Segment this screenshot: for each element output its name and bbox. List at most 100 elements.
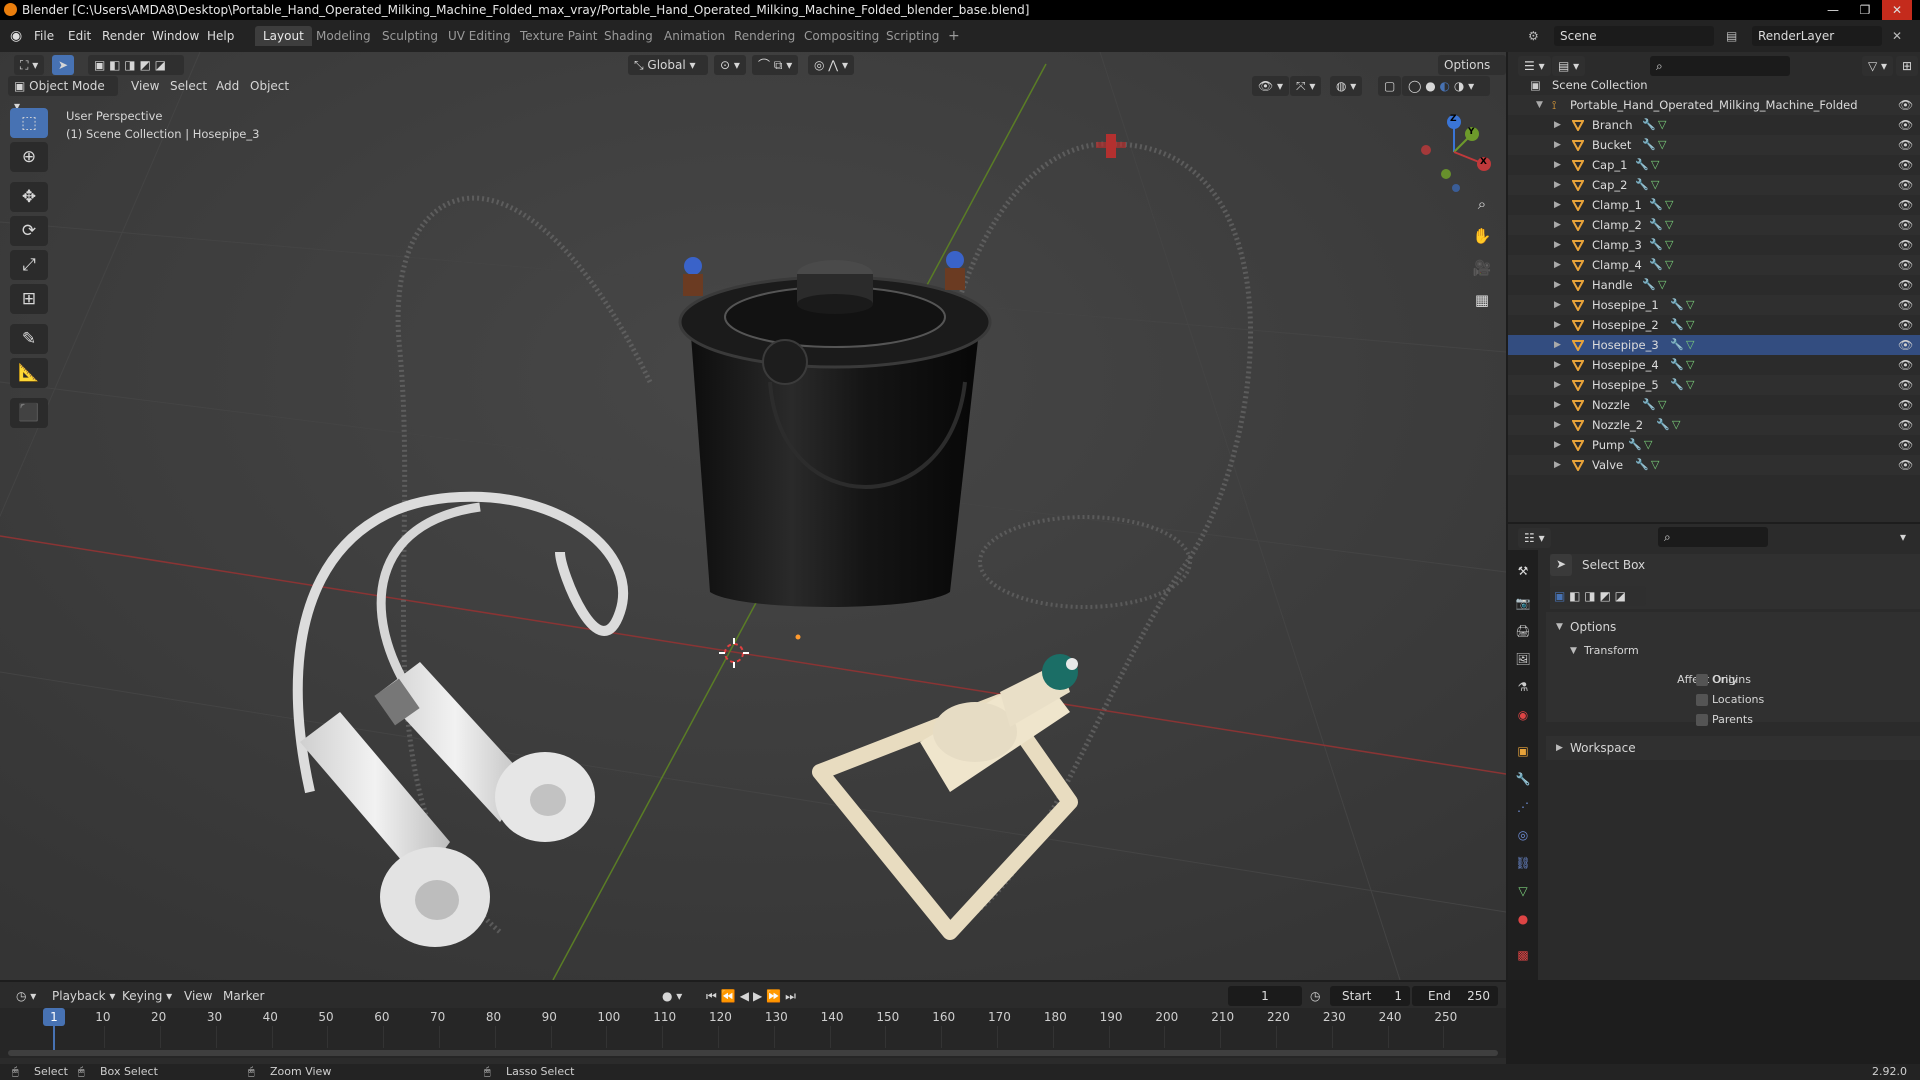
outliner-row-cap-1[interactable]: ▶ Cap_1 🔧 ▽ 👁 xyxy=(1508,155,1920,175)
mesh-data-icon[interactable]: ▽ xyxy=(1658,395,1666,415)
expand-triangle-icon[interactable]: ▶ xyxy=(1554,415,1561,435)
transform-section-label[interactable]: Transform xyxy=(1584,641,1639,661)
outliner-row-hosepipe-3[interactable]: ▶ Hosepipe_3 🔧 ▽ 👁 xyxy=(1508,335,1920,355)
visibility-eye-icon[interactable]: 👁 xyxy=(1898,195,1913,215)
select-box-tool-icon[interactable]: ⬚ xyxy=(10,108,48,138)
rotate-tool-icon[interactable]: ⟳ xyxy=(10,216,48,246)
modifier-wrench-icon[interactable]: 🔧 xyxy=(1642,135,1656,155)
tab-layout[interactable]: Layout xyxy=(255,26,312,46)
visibility-eye-icon[interactable]: 👁 xyxy=(1898,415,1913,435)
expand-triangle-icon[interactable]: ▶ xyxy=(1554,195,1561,215)
minimize-button[interactable]: — xyxy=(1818,0,1848,20)
navigation-gizmo[interactable] xyxy=(1412,112,1502,192)
expand-triangle-icon[interactable]: ▶ xyxy=(1554,175,1561,195)
modifier-tab-icon[interactable]: 🔧 xyxy=(1514,770,1532,788)
overlay-toggle-icon[interactable]: ◍ ▾ xyxy=(1330,76,1363,96)
tab-sculpting[interactable]: Sculpting xyxy=(374,26,446,46)
visibility-eye-icon[interactable]: 👁 xyxy=(1898,395,1913,415)
gizmo-toggle-icon[interactable]: ⤧ ▾ xyxy=(1290,76,1322,96)
visibility-eye-icon[interactable]: 👁 xyxy=(1898,235,1913,255)
mesh-data-icon[interactable]: ▽ xyxy=(1644,435,1652,455)
pivot-point-icon[interactable]: ⊙ ▾ xyxy=(714,55,746,75)
modifier-wrench-icon[interactable]: 🔧 xyxy=(1670,295,1684,315)
mesh-data-icon[interactable]: ▽ xyxy=(1686,335,1694,355)
constraints-tab-icon[interactable]: ⛓ xyxy=(1514,854,1532,872)
expand-triangle-icon[interactable]: ▶ xyxy=(1554,315,1561,335)
scene-tab-icon[interactable]: ⚗ xyxy=(1514,678,1532,696)
mesh-data-icon[interactable]: ▽ xyxy=(1686,295,1694,315)
modifier-wrench-icon[interactable]: 🔧 xyxy=(1670,355,1684,375)
transform-expand-icon[interactable]: ▼ xyxy=(1570,641,1577,661)
mesh-data-icon[interactable]: ▽ xyxy=(1665,235,1673,255)
expand-triangle-icon[interactable]: ▶ xyxy=(1554,275,1561,295)
world-tab-icon[interactable]: ◉ xyxy=(1514,706,1532,724)
modifier-wrench-icon[interactable]: 🔧 xyxy=(1635,155,1649,175)
annotate-tool-icon[interactable]: ✎ xyxy=(10,324,48,354)
visibility-eye-icon[interactable]: 👁 xyxy=(1898,135,1913,155)
visibility-eye-icon[interactable]: 👁 xyxy=(1898,115,1913,135)
expand-triangle-icon[interactable]: ▶ xyxy=(1554,255,1561,275)
outliner-row-bucket[interactable]: ▶ Bucket 🔧 ▽ 👁 xyxy=(1508,135,1920,155)
tab-scripting[interactable]: Scripting xyxy=(878,26,947,46)
tab-animation[interactable]: Animation xyxy=(656,26,733,46)
material-tab-icon[interactable]: ● xyxy=(1514,910,1532,928)
mesh-data-icon[interactable]: ▽ xyxy=(1665,255,1673,275)
expand-triangle-icon[interactable]: ▶ xyxy=(1554,375,1561,395)
modifier-wrench-icon[interactable]: 🔧 xyxy=(1649,215,1663,235)
scale-tool-icon[interactable]: ⤢ xyxy=(10,250,48,280)
select-tool-icon[interactable]: ➤ xyxy=(52,55,75,75)
expand-triangle-icon[interactable]: ▶ xyxy=(1554,295,1561,315)
render-tab-icon[interactable]: 📷 xyxy=(1514,594,1532,612)
camera-view-icon[interactable]: 🎥 xyxy=(1468,254,1496,282)
origins-checkbox[interactable] xyxy=(1696,674,1708,686)
3d-viewport[interactable]: Z Y X ⌕ ✋ 🎥 ▦ User Perspective (1) Scene… xyxy=(0,52,1506,980)
expand-triangle-icon[interactable]: ▶ xyxy=(1554,355,1561,375)
particles-tab-icon[interactable]: ⋰ xyxy=(1514,798,1532,816)
tab-shading[interactable]: Shading xyxy=(596,26,661,46)
locations-checkbox[interactable] xyxy=(1696,694,1708,706)
properties-menu-chevron-icon[interactable]: ▾ xyxy=(1900,527,1906,547)
physics-tab-icon[interactable]: ◎ xyxy=(1514,826,1532,844)
maximize-button[interactable]: ❐ xyxy=(1850,0,1880,20)
workspace-section-label[interactable]: Workspace xyxy=(1570,738,1636,758)
mesh-data-icon[interactable]: ▽ xyxy=(1686,355,1694,375)
outliner-row-hosepipe-1[interactable]: ▶ Hosepipe_1 🔧 ▽ 👁 xyxy=(1508,295,1920,315)
modifier-wrench-icon[interactable]: 🔧 xyxy=(1649,195,1663,215)
blender-menu-icon[interactable]: ◉ xyxy=(10,27,22,45)
visibility-eye-icon[interactable]: 👁 ▾ xyxy=(1252,76,1290,96)
outliner-row-nozzle[interactable]: ▶ Nozzle 🔧 ▽ 👁 xyxy=(1508,395,1920,415)
outliner-row-clamp-1[interactable]: ▶ Clamp_1 🔧 ▽ 👁 xyxy=(1508,195,1920,215)
editor-type-button[interactable]: ⛶ ▾ xyxy=(14,55,45,75)
expand-triangle-icon[interactable]: ▶ xyxy=(1554,455,1561,475)
mesh-data-icon[interactable]: ▽ xyxy=(1665,215,1673,235)
ortho-grid-icon[interactable]: ▦ xyxy=(1468,286,1496,314)
visibility-eye-icon[interactable]: 👁 xyxy=(1898,375,1913,395)
zoom-icon[interactable]: ⌕ xyxy=(1468,190,1496,218)
visibility-eye-icon[interactable]: 👁 xyxy=(1898,175,1913,195)
render-layer-field[interactable]: RenderLayer xyxy=(1752,26,1882,46)
snap-icon[interactable]: ⌒ ⧉ ▾ xyxy=(752,55,799,75)
menu-object[interactable]: Object xyxy=(250,76,289,96)
new-collection-icon[interactable]: ⊞ xyxy=(1896,56,1919,76)
proportional-edit-icon[interactable]: ◎ ⋀ ▾ xyxy=(808,55,854,75)
outliner-row-hosepipe-5[interactable]: ▶ Hosepipe_5 🔧 ▽ 👁 xyxy=(1508,375,1920,395)
selection-mode-buttons[interactable]: ▣ ◧ ◨ ◩ ◪ xyxy=(88,55,184,75)
expand-triangle-icon[interactable]: ▶ xyxy=(1554,435,1561,455)
outliner-row-branch[interactable]: ▶ Branch 🔧 ▽ 👁 xyxy=(1508,115,1920,135)
transform-orientation-dropdown[interactable]: ⤡ Global ▾ xyxy=(628,55,708,75)
output-tab-icon[interactable]: 🖨 xyxy=(1514,622,1532,640)
tool-tab-icon[interactable]: ⚒ xyxy=(1514,562,1532,580)
outliner-row-hosepipe-2[interactable]: ▶ Hosepipe_2 🔧 ▽ 👁 xyxy=(1508,315,1920,335)
visibility-eye-icon[interactable]: 👁 xyxy=(1898,435,1913,455)
menu-view[interactable]: View xyxy=(131,76,159,96)
outliner-row-clamp-4[interactable]: ▶ Clamp_4 🔧 ▽ 👁 xyxy=(1508,255,1920,275)
expand-triangle-icon[interactable]: ▶ xyxy=(1554,135,1561,155)
close-view-layer-icon[interactable]: ✕ xyxy=(1892,27,1902,45)
modifier-wrench-icon[interactable]: 🔧 xyxy=(1642,275,1656,295)
visibility-eye-icon[interactable]: 👁 xyxy=(1898,335,1913,355)
view-layer-tab-icon[interactable]: 🖼 xyxy=(1514,650,1532,668)
menu-render[interactable]: Render xyxy=(102,27,145,45)
xray-toggle-icon[interactable]: ▢ xyxy=(1378,76,1402,96)
modifier-wrench-icon[interactable]: 🔧 xyxy=(1649,255,1663,275)
visibility-eye-icon[interactable]: 👁 xyxy=(1898,255,1913,275)
